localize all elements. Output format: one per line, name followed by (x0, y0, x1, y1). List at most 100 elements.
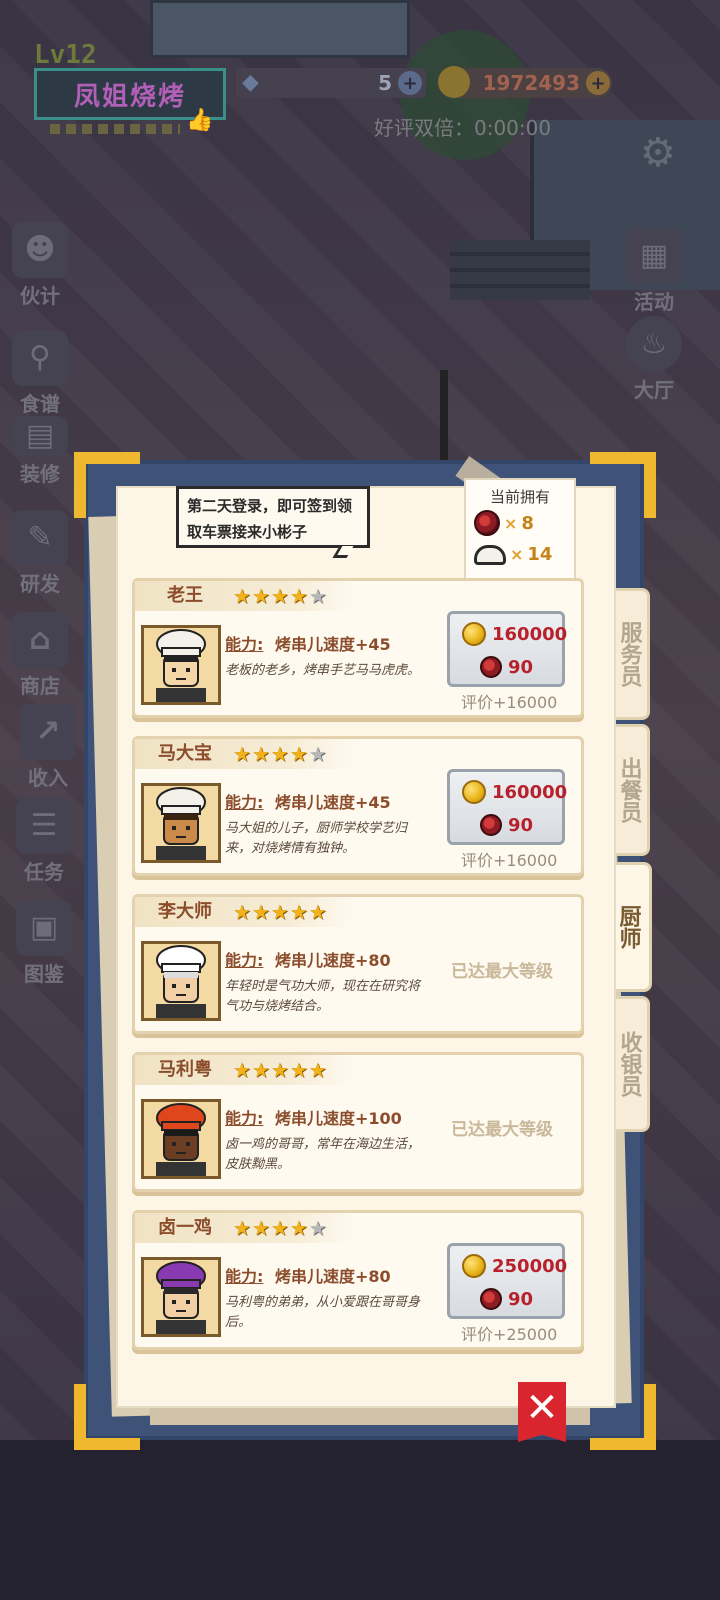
rating-bar (50, 124, 180, 134)
menu-collection[interactable]: ▣ 图鉴 (16, 900, 72, 987)
menu-events[interactable]: ▦ 活动 (626, 228, 682, 315)
star-icon: ★ (308, 1058, 327, 1082)
star-icon: ★ (289, 900, 308, 924)
stairs (450, 240, 590, 300)
menu-hall-label: 大厅 (634, 378, 674, 402)
star-icon: ★ (270, 1216, 289, 1240)
bottom-area (0, 1440, 720, 1600)
star-icon: ★ (308, 742, 327, 766)
ability-label: 能力: (225, 1109, 264, 1128)
menu-income[interactable]: ↗ 收入 (20, 704, 76, 791)
rating-bonus: 评价+16000 (461, 693, 558, 712)
price-tickets: 90 (480, 656, 533, 678)
tab-waiter-label: 服务员 (616, 621, 642, 687)
star-icon: ★ (233, 1058, 251, 1082)
star-icon: ★ (289, 742, 308, 766)
double-rating-timer[interactable]: 好评双倍：0:00:00 (374, 112, 551, 141)
price-tickets-value: 90 (508, 814, 534, 836)
close-button[interactable]: ✕ (518, 1382, 566, 1442)
ability-label: 能力: (225, 635, 264, 654)
task-icon: ☰ (16, 798, 72, 854)
staff-name: 卤一鸡 (158, 1217, 212, 1238)
star-icon: ★ (270, 1058, 289, 1082)
star-icon: ★ (251, 900, 270, 924)
staff-card: 卤一鸡 ★ ★ ★ ★ ★ 能力: 烤串儿速度+80 马利粤的弟弟，从小爱跟在哥哥身后。 2500… (132, 1210, 584, 1350)
skewer-icon: ⚲ (12, 330, 68, 386)
star-icon: ★ (233, 742, 251, 766)
staff-portrait (141, 1257, 221, 1337)
menu-hall[interactable]: ♨ 大厅 (626, 316, 682, 403)
income-icon: ↗ (20, 704, 76, 760)
book-icon: ▣ (16, 900, 72, 956)
ticket-icon (474, 510, 500, 536)
tab-waiter[interactable]: 服务员 (610, 588, 650, 720)
ability-value: 烤串儿速度+80 (275, 1267, 391, 1286)
star-icon: ★ (251, 1058, 270, 1082)
ability-label: 能力: (225, 951, 264, 970)
menu-recipes-label: 食谱 (20, 392, 60, 416)
star-icon: ★ (270, 584, 289, 608)
staff-portrait (141, 941, 221, 1021)
star-icon: ★ (308, 584, 327, 608)
times-sign: × (504, 513, 518, 533)
menu-staff-label: 伙计 (20, 284, 60, 308)
staff-card: 马大宝 ★ ★ ★ ★ ★ 能力: 烤串儿速度+45 马大姐的儿子，厨师学校学艺归来，对烧烤情有… (132, 736, 584, 876)
menu-shop[interactable]: ⌂ 商店 (12, 612, 68, 699)
coin-icon (462, 780, 486, 804)
staff-name: 老王 (167, 585, 203, 606)
add-gold-button[interactable]: + (586, 71, 610, 95)
upgrade-button[interactable]: 160000 90 (447, 769, 567, 845)
staff-card: 李大师 ★ ★ ★ ★ ★ 能力: 烤串儿速度+80 年轻时是气功大师，现在在研究将气功与烧烤结… (132, 894, 584, 1034)
price-coins-value: 160000 (492, 623, 568, 645)
times-sign: × (510, 545, 524, 564)
menu-tasks[interactable]: ☰ 任务 (16, 798, 72, 885)
upgrade-button[interactable]: 250000 90 (447, 1243, 567, 1319)
owned-caps-count: 14 (527, 544, 553, 565)
menu-staff[interactable]: ☻ 伙计 (12, 222, 68, 309)
staff-card: 老王 ★ ★ ★ ★ ★ 能力: 烤串儿速度+45 老板的老乡，烤串手艺马马虎虎。 160000 9… (132, 578, 584, 718)
staff-name: 马大宝 (158, 743, 212, 764)
menu-decorate-label: 装修 (20, 462, 60, 486)
owned-title: 当前拥有 (489, 488, 550, 506)
owned-resources: 当前拥有 × 8 × 14 (464, 478, 576, 584)
staff-name: 马利粤 (158, 1059, 212, 1080)
rating-bonus: 评价+25000 (461, 1325, 558, 1344)
staff-portrait (141, 625, 221, 705)
level-label: Lv12 (34, 40, 97, 70)
staff-description: 马利粤的弟弟，从小爱跟在哥哥身后。 (225, 1295, 421, 1330)
shop-roof (150, 0, 410, 58)
tab-cashier-label: 收银员 (616, 1031, 642, 1097)
staff-name: 李大师 (158, 901, 212, 922)
menu-recipes[interactable]: ⚲ 食谱 (12, 330, 68, 417)
staff-description: 老板的老乡，烤串手艺马马虎虎。 (225, 663, 421, 678)
calendar-icon: ▦ (626, 228, 682, 284)
ability-label: 能力: (225, 1267, 264, 1286)
menu-events-label: 活动 (634, 290, 674, 314)
staff-portrait (141, 1099, 221, 1179)
staff-description: 马大姐的儿子，厨师学校学艺归来，对烧烤情有独钟。 (225, 821, 408, 856)
star-icon: ★ (289, 1058, 308, 1082)
shop-icon: ⌂ (12, 612, 68, 668)
tab-server[interactable]: 出餐员 (610, 724, 650, 856)
menu-decorate[interactable]: ▤ 装修 (12, 416, 68, 487)
menu-research[interactable]: ✎ 研发 (12, 510, 68, 597)
tab-cashier[interactable]: 收银员 (610, 996, 650, 1132)
price-tickets: 90 (480, 814, 533, 836)
star-icon: ★ (233, 1216, 251, 1240)
ticket-icon (480, 1288, 502, 1310)
coin-icon (438, 66, 470, 98)
research-icon: ✎ (12, 510, 68, 566)
star-icon: ★ (233, 900, 251, 924)
star-rating: ★ ★ ★ ★ ★ (233, 900, 327, 924)
max-level-label: 已达最大等级 (451, 1120, 553, 1140)
star-icon: ★ (289, 1216, 308, 1240)
rating-bonus: 评价+16000 (461, 851, 558, 870)
menu-collection-label: 图鉴 (24, 962, 64, 986)
upgrade-button[interactable]: 160000 90 (447, 611, 568, 687)
gear-icon[interactable]: ⚙ (640, 130, 676, 176)
star-icon: ★ (233, 584, 251, 608)
chef-hat-icon: ☻ (12, 222, 68, 278)
thumb-up-icon: 👍 (186, 108, 214, 133)
add-gems-button[interactable]: + (398, 71, 422, 95)
ticket-icon (480, 656, 502, 678)
